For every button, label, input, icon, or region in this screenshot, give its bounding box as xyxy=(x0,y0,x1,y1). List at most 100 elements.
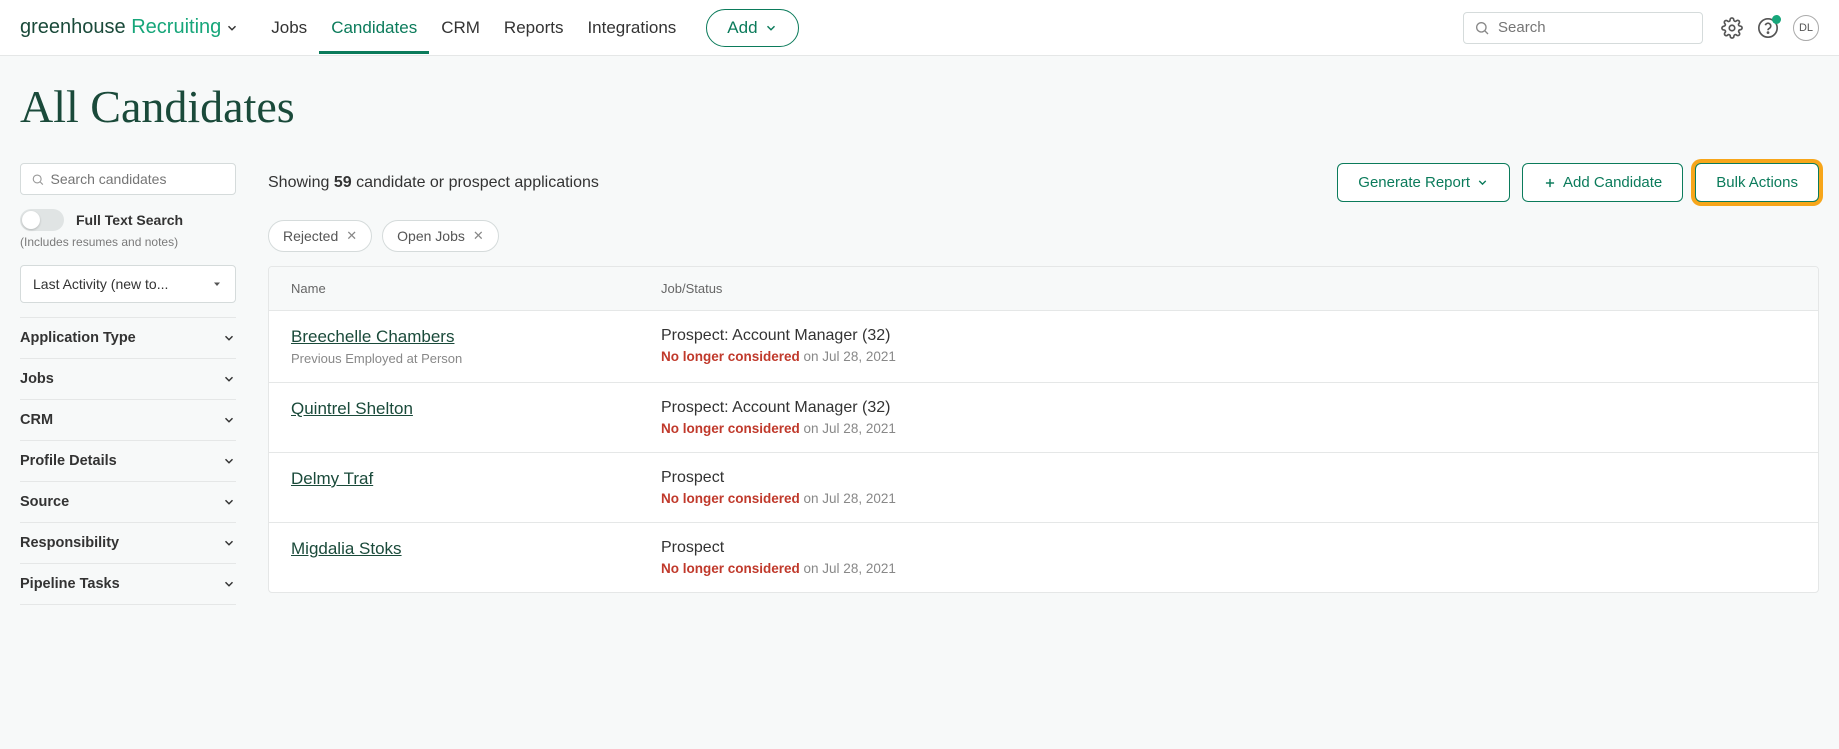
chip-label: Open Jobs xyxy=(397,228,465,244)
showing-count: Showing 59 candidate or prospect applica… xyxy=(268,174,599,192)
bulk-actions-button[interactable]: Bulk Actions xyxy=(1695,163,1819,202)
add-candidate-button[interactable]: Add Candidate xyxy=(1522,163,1683,202)
filter-label: Jobs xyxy=(20,371,54,387)
chevron-down-icon xyxy=(222,413,236,427)
search-icon xyxy=(31,172,45,187)
logo[interactable]: greenhouse Recruiting xyxy=(20,16,239,39)
th-name: Name xyxy=(269,267,639,310)
showing-suffix: candidate or prospect applications xyxy=(352,174,599,191)
chevron-down-icon xyxy=(222,495,236,509)
status-text: No longer considered xyxy=(661,421,800,436)
job-line: Prospect: Account Manager (32) xyxy=(661,399,1796,417)
candidate-name-link[interactable]: Delmy Traf xyxy=(291,469,373,489)
candidate-name-link[interactable]: Quintrel Shelton xyxy=(291,399,413,419)
plus-icon xyxy=(1543,176,1557,190)
job-line: Prospect: Account Manager (32) xyxy=(661,327,1796,345)
filter-application-type[interactable]: Application Type xyxy=(20,317,236,359)
generate-report-label: Generate Report xyxy=(1358,174,1470,191)
showing-number: 59 xyxy=(334,174,352,191)
chevron-down-icon xyxy=(222,577,236,591)
status-date: on Jul 28, 2021 xyxy=(800,561,896,576)
filter-pipeline-tasks[interactable]: Pipeline Tasks xyxy=(20,564,236,605)
help-button[interactable] xyxy=(1757,17,1779,39)
table-header: Name Job/Status xyxy=(269,267,1818,311)
candidate-subtitle: Previous Employed at Person xyxy=(291,351,617,366)
top-nav: greenhouse Recruiting Jobs Candidates CR… xyxy=(0,0,1839,56)
job-line: Prospect xyxy=(661,539,1796,557)
page-title: All Candidates xyxy=(20,80,1819,133)
table-row: Delmy Traf Prospect No longer considered o… xyxy=(269,453,1818,523)
filter-label: Pipeline Tasks xyxy=(20,576,120,592)
status-line: No longer considered on Jul 28, 2021 xyxy=(661,561,1796,576)
td-name: Migdalia Stoks xyxy=(269,539,639,576)
td-status: Prospect No longer considered on Jul 28, … xyxy=(639,469,1818,506)
status-date: on Jul 28, 2021 xyxy=(800,349,896,364)
fulltext-toggle-label: Full Text Search xyxy=(76,212,183,228)
th-status: Job/Status xyxy=(639,267,1818,310)
job-line: Prospect xyxy=(661,469,1796,487)
sidebar: Full Text Search (Includes resumes and n… xyxy=(20,163,236,605)
status-line: No longer considered on Jul 28, 2021 xyxy=(661,421,1796,436)
candidate-search[interactable] xyxy=(20,163,236,195)
candidates-table: Name Job/Status Breechelle Chambers Previ… xyxy=(268,266,1819,593)
add-button[interactable]: Add xyxy=(706,9,798,47)
filter-source[interactable]: Source xyxy=(20,482,236,523)
add-button-label: Add xyxy=(727,18,757,38)
nav-crm[interactable]: CRM xyxy=(429,2,492,54)
candidate-search-input[interactable] xyxy=(51,171,226,187)
sort-select[interactable]: Last Activity (new to... xyxy=(20,265,236,303)
user-avatar[interactable]: DL xyxy=(1793,15,1819,41)
td-name: Delmy Traf xyxy=(269,469,639,506)
close-icon[interactable]: ✕ xyxy=(473,228,484,244)
logo-chevron-icon[interactable] xyxy=(225,21,239,35)
filter-crm[interactable]: CRM xyxy=(20,400,236,441)
candidate-name-link[interactable]: Migdalia Stoks xyxy=(291,539,402,559)
toolbar: Showing 59 candidate or prospect applica… xyxy=(268,163,1819,202)
td-status: Prospect No longer considered on Jul 28, … xyxy=(639,539,1818,576)
help-notification-badge xyxy=(1772,15,1781,24)
search-icon xyxy=(1474,19,1490,37)
chevron-down-icon xyxy=(222,454,236,468)
toggle-knob xyxy=(22,211,40,229)
status-date: on Jul 28, 2021 xyxy=(800,421,896,436)
status-line: No longer considered on Jul 28, 2021 xyxy=(661,349,1796,364)
nav-candidates[interactable]: Candidates xyxy=(319,2,429,54)
bulk-actions-label: Bulk Actions xyxy=(1716,174,1798,191)
generate-report-button[interactable]: Generate Report xyxy=(1337,163,1510,202)
sort-select-label: Last Activity (new to... xyxy=(33,276,168,292)
td-name: Quintrel Shelton xyxy=(269,399,639,436)
candidate-name-link[interactable]: Breechelle Chambers xyxy=(291,327,454,347)
chevron-down-icon xyxy=(222,331,236,345)
status-line: No longer considered on Jul 28, 2021 xyxy=(661,491,1796,506)
filter-label: CRM xyxy=(20,412,53,428)
main-content: Showing 59 candidate or prospect applica… xyxy=(268,163,1819,593)
add-candidate-label: Add Candidate xyxy=(1563,174,1662,191)
filter-label: Source xyxy=(20,494,69,510)
chip-label: Rejected xyxy=(283,228,338,244)
chevron-down-icon xyxy=(1476,176,1489,189)
table-row: Quintrel Shelton Prospect: Account Manage… xyxy=(269,383,1818,453)
filter-label: Application Type xyxy=(20,330,136,346)
gear-icon xyxy=(1721,17,1743,39)
showing-prefix: Showing xyxy=(268,174,334,191)
logo-greenhouse: greenhouse xyxy=(20,16,126,38)
table-row: Migdalia Stoks Prospect No longer consider… xyxy=(269,523,1818,592)
filter-label: Profile Details xyxy=(20,453,117,469)
chip-rejected[interactable]: Rejected ✕ xyxy=(268,220,372,252)
chevron-down-icon xyxy=(222,372,236,386)
global-search-input[interactable] xyxy=(1498,19,1692,36)
fulltext-toggle-sub: (Includes resumes and notes) xyxy=(20,235,236,249)
global-search[interactable] xyxy=(1463,12,1703,44)
filter-jobs[interactable]: Jobs xyxy=(20,359,236,400)
chip-open-jobs[interactable]: Open Jobs ✕ xyxy=(382,220,499,252)
close-icon[interactable]: ✕ xyxy=(346,228,357,244)
settings-button[interactable] xyxy=(1721,17,1743,39)
filter-responsibility[interactable]: Responsibility xyxy=(20,523,236,564)
nav-jobs[interactable]: Jobs xyxy=(259,2,319,54)
fulltext-toggle[interactable] xyxy=(20,209,64,231)
nav-reports[interactable]: Reports xyxy=(492,2,576,54)
table-row: Breechelle Chambers Previous Employed at … xyxy=(269,311,1818,383)
nav-integrations[interactable]: Integrations xyxy=(575,2,688,54)
status-text: No longer considered xyxy=(661,491,800,506)
filter-profile-details[interactable]: Profile Details xyxy=(20,441,236,482)
